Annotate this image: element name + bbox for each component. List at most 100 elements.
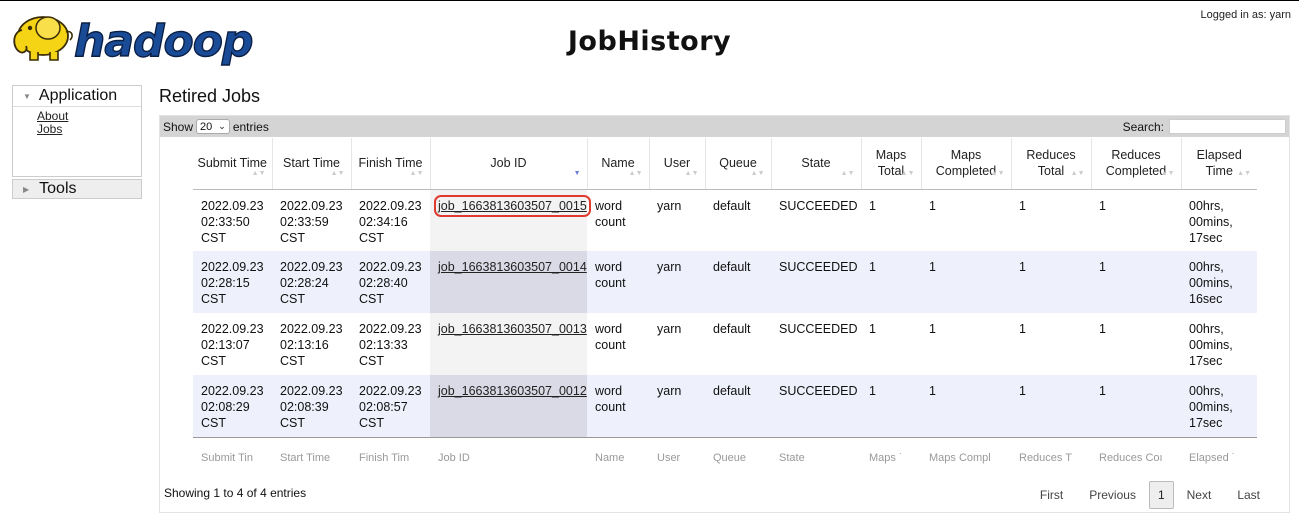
footer-maps-completed: Maps Compl	[921, 436, 1011, 479]
cell-reduces-completed: 1	[1091, 189, 1181, 251]
pager-last[interactable]: Last	[1224, 488, 1273, 502]
application-label: Application	[38, 87, 118, 104]
column-header-maps-completed[interactable]: Maps Completed ▲▼	[920, 138, 1011, 190]
cell-line: 00mins,	[1189, 276, 1233, 290]
cell-line: 2022.09.23	[201, 198, 264, 213]
job-id-link[interactable]: job_1663813603507_0012	[438, 384, 587, 398]
cell-value: 1	[1019, 198, 1026, 213]
cell-maps-total: 1	[861, 189, 921, 251]
cell-user: yarn	[649, 313, 705, 375]
cell-job-id: job_1663813603507_0014	[430, 251, 587, 313]
column-header-label: Maps Completed	[935, 148, 997, 179]
pager-next[interactable]: Next	[1174, 488, 1225, 502]
header-row: Submit Time ▲▼ Start Time ▲▼ Finish Time ▲▼ Jo…	[193, 138, 1257, 190]
cell-submit-time: 2022.09.23 02:33:50 CST	[193, 189, 272, 251]
cell-line: CST	[359, 230, 384, 245]
cell-state: SUCCEEDED	[771, 313, 861, 375]
cell-finish-time: 2022.09.23 02:34:16 CST	[351, 189, 430, 251]
column-header-reduces-completed[interactable]: Reduces Completed ▲▼	[1090, 138, 1181, 190]
job-id-link[interactable]: job_1663813603507_0014	[438, 260, 587, 274]
cell-reduces-total: 1	[1011, 251, 1091, 313]
cell-line: 17sec	[1189, 416, 1223, 430]
cell-line: 00mins,	[1189, 338, 1233, 352]
cell-line: CST	[201, 292, 226, 306]
cell-value: 1	[1019, 384, 1026, 398]
cell-line: CST	[359, 354, 384, 368]
sort-icon: ▲▼	[1160, 170, 1175, 177]
cell-value: SUCCEEDED	[779, 260, 858, 274]
cell-queue: default	[705, 313, 771, 375]
footer-reduces-completed: Reduces Coı	[1091, 436, 1181, 479]
sort-desc-icon: ▼	[573, 170, 581, 177]
application-links: About Jobs	[13, 107, 141, 176]
cell-value: 1	[1019, 260, 1026, 274]
cell-line: word	[595, 198, 623, 213]
table-row: 2022.09.23 02:13:07 CST 2022.09.23 02:13:16 C…	[193, 313, 1257, 375]
sort-icon: ▲▼	[750, 170, 765, 177]
footer-queue: Queue	[705, 436, 771, 479]
column-header-job-id[interactable]: Job ID ▼	[429, 138, 587, 190]
cell-finish-time: 2022.09.23 02:08:57 CST	[351, 375, 430, 437]
page-title: JobHistory	[567, 26, 732, 57]
cell-line: count	[595, 276, 626, 290]
tools-toggle[interactable]: ▶ Tools	[12, 179, 142, 199]
jobs-table-container: Show 20 ⌄ entries Search: Submit Time ▲▼ S…	[159, 115, 1290, 513]
cell-line: 00hrs,	[1189, 260, 1224, 274]
cell-line: 02:08:57	[359, 400, 408, 414]
nav-link-jobs[interactable]: Jobs	[37, 123, 141, 136]
column-header-finish-time[interactable]: Finish Time ▲▼	[350, 138, 430, 190]
column-header-submit-time[interactable]: Submit Time ▲▼	[193, 138, 272, 190]
cell-value: 1	[929, 322, 936, 336]
application-toggle[interactable]: ▼ Application	[13, 86, 141, 107]
footer-name: Name	[587, 436, 649, 479]
pager-current[interactable]: 1	[1148, 481, 1174, 509]
sort-icon: ▲▼	[900, 170, 915, 177]
cell-line: CST	[280, 292, 305, 306]
cell-reduces-total: 1	[1011, 313, 1091, 375]
cell-elapsed-time: 00hrs, 00mins, 17sec	[1181, 189, 1257, 251]
cell-line: 2022.09.23	[201, 384, 264, 398]
cell-line: 00hrs,	[1189, 198, 1224, 213]
cell-line: CST	[280, 230, 305, 245]
footer-row: Submit Tin Start Time Finish Tim Job ID Name…	[193, 436, 1257, 479]
cell-line: 17sec	[1189, 354, 1223, 368]
cell-line: 02:08:29	[201, 400, 250, 414]
column-header-start-time[interactable]: Start Time ▲▼	[271, 138, 351, 190]
cell-queue: default	[705, 375, 771, 437]
cell-value: 1	[1099, 260, 1106, 274]
cell-value: 1	[869, 322, 876, 336]
cell-line: 02:28:40	[359, 276, 408, 290]
cell-value: 1	[1099, 384, 1106, 398]
cell-start-time: 2022.09.23 02:13:16 CST	[272, 313, 351, 375]
column-header-user[interactable]: User ▲▼	[648, 138, 705, 190]
cell-state: SUCCEEDED	[771, 251, 861, 313]
footer-job-id: Job ID	[430, 436, 587, 479]
cell-line: count	[595, 338, 626, 352]
cell-queue: default	[705, 251, 771, 313]
column-header-name[interactable]: Name ▲▼	[586, 138, 649, 190]
entries-select[interactable]: 20 ⌄	[196, 119, 230, 134]
cell-line: 2022.09.23	[280, 322, 343, 336]
triangle-right-icon: ▶	[23, 184, 30, 194]
column-header-elapsed-time[interactable]: Elapsed Time ▲▼	[1180, 138, 1257, 190]
footer-start-time: Start Time	[272, 436, 351, 479]
pager-previous[interactable]: Previous	[1076, 488, 1149, 502]
column-header-maps-total[interactable]: Maps Total ▲▼	[860, 138, 921, 190]
cell-user: yarn	[649, 375, 705, 437]
job-id-link[interactable]: job_1663813603507_0013	[438, 322, 587, 336]
column-header-queue[interactable]: Queue ▲▼	[704, 138, 771, 190]
cell-value: 1	[1099, 198, 1106, 213]
column-header-state[interactable]: State ▲▼	[770, 138, 861, 190]
cell-line: 2022.09.23	[359, 198, 422, 213]
pager-first[interactable]: First	[1027, 488, 1076, 502]
column-header-label: Elapsed Time	[1196, 148, 1242, 179]
section-title: Retired Jobs	[159, 86, 261, 106]
sort-icon: ▲▼	[1070, 170, 1085, 177]
search-area: Search:	[1123, 119, 1286, 134]
cell-value: yarn	[657, 384, 682, 398]
column-header-reduces-total[interactable]: Reduces Total ▲▼	[1010, 138, 1091, 190]
cell-line: 02:13:07	[201, 338, 250, 352]
sort-icon: ▲▼	[684, 170, 699, 177]
search-input[interactable]	[1169, 119, 1286, 134]
job-id-link[interactable]: job_1663813603507_0015	[434, 194, 591, 217]
